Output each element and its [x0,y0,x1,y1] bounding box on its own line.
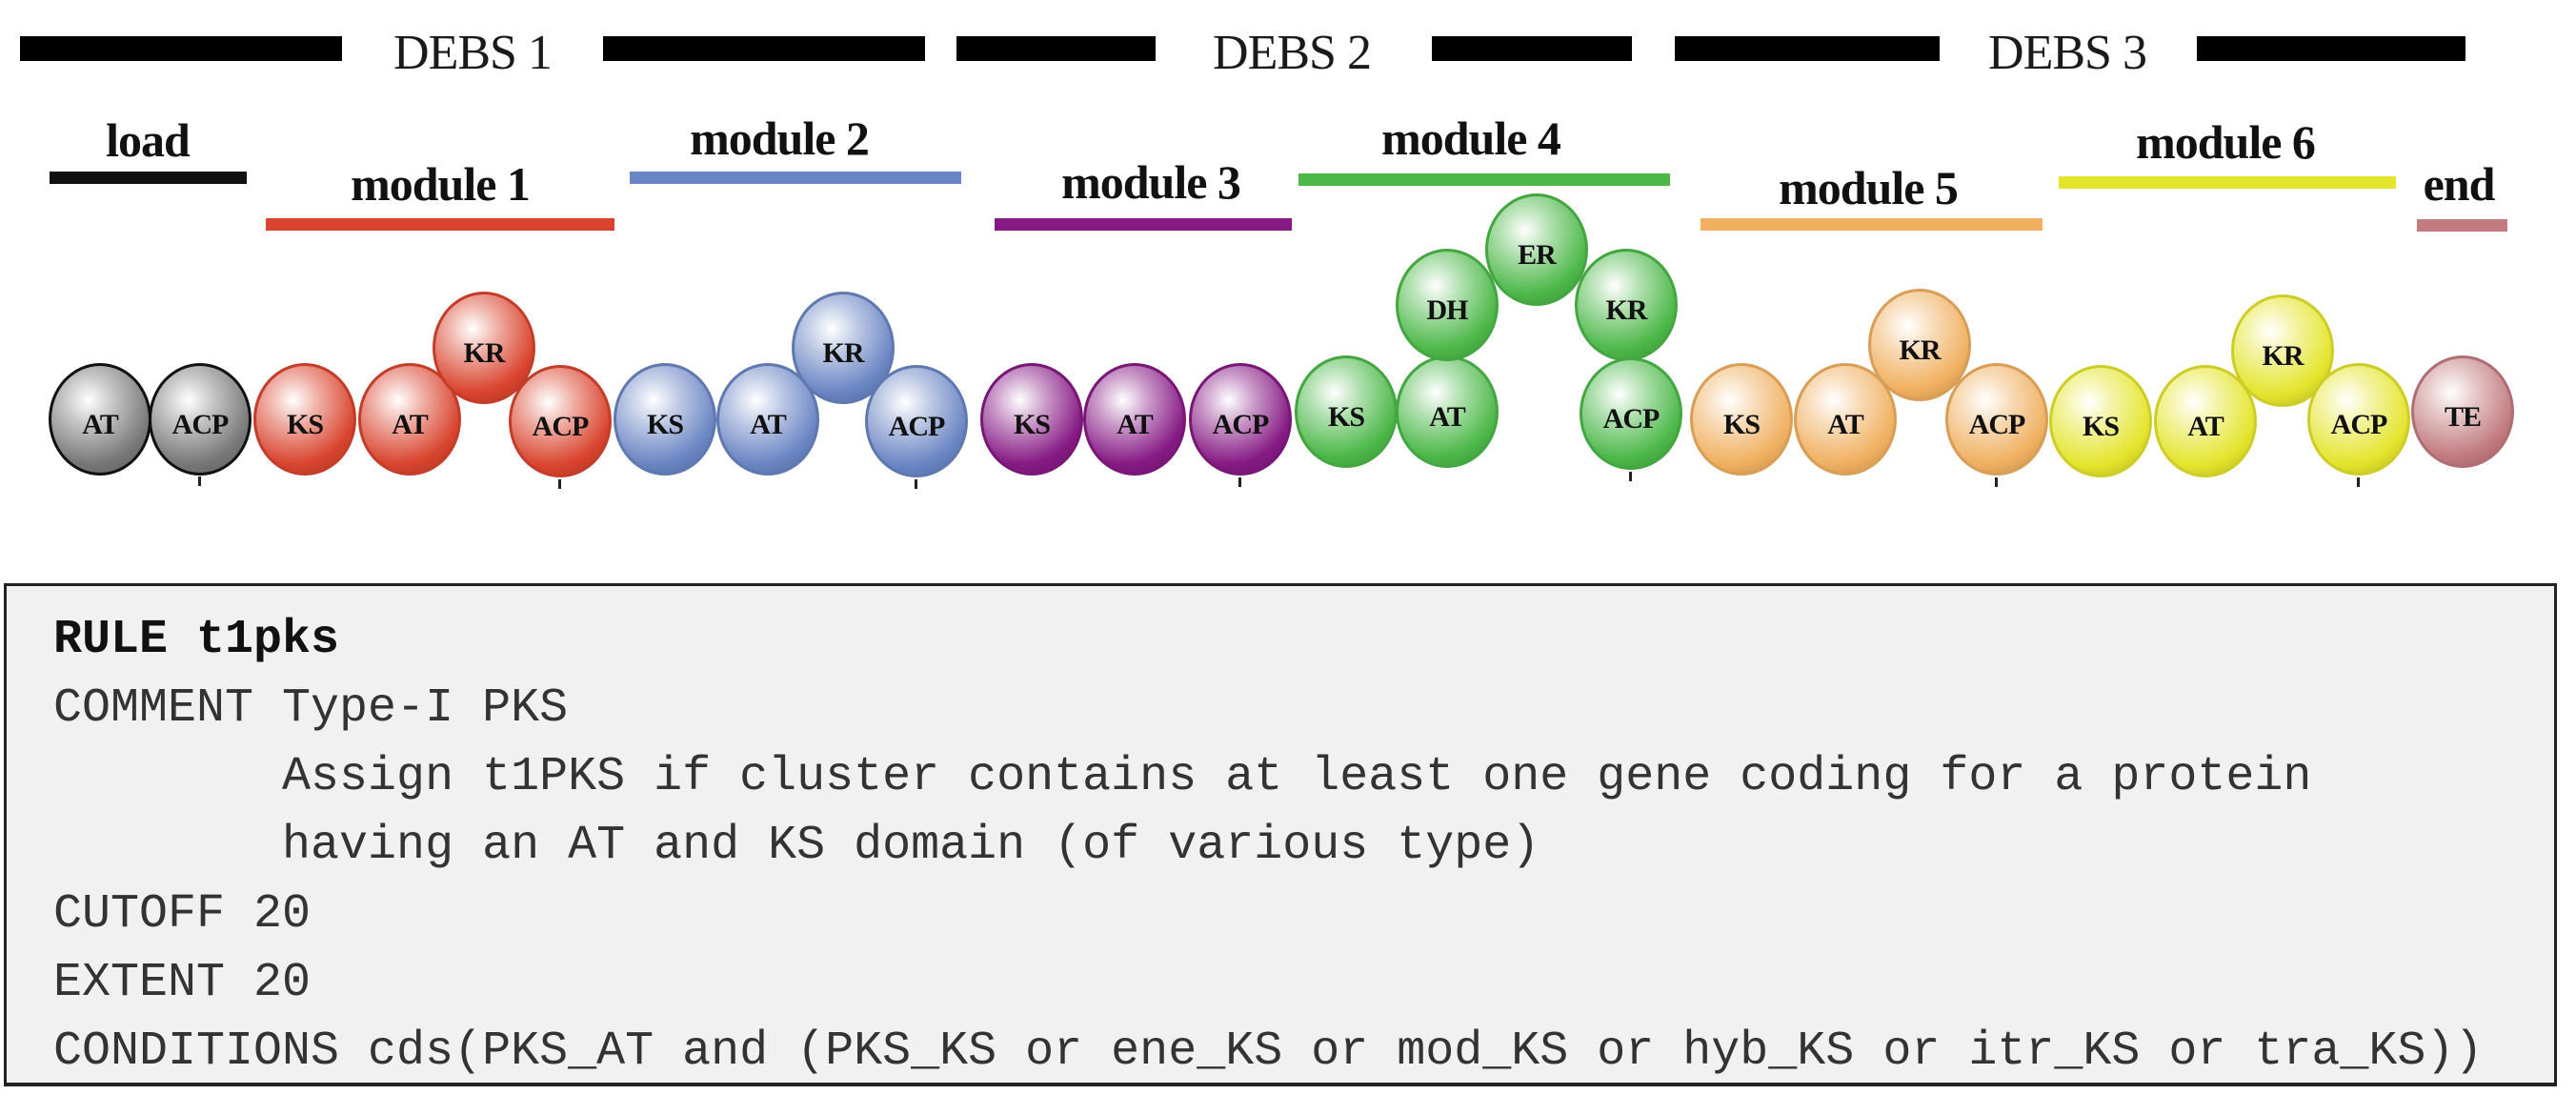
debs2-bar-right [1432,36,1632,61]
domain-m4-acp: ACP [1580,357,1682,470]
domain-label: ACP [1602,403,1660,435]
domain-m5-ks: KS [1690,363,1793,476]
module-line-5 [1701,218,2043,231]
domain-m3-acp: ACP [1189,363,1292,476]
module-label-4: module 4 [1381,112,1561,165]
domain-label: ACP [532,411,590,442]
debs3-bar-left [1675,36,1940,61]
domain-label: KS [1722,409,1761,440]
domain-label: AT [392,409,428,440]
domain-label: KS [2082,411,2120,442]
domain-label: KS [1013,409,1051,440]
debs1-bar-left [20,36,342,61]
domain-label: KR [2262,340,2304,372]
domain-label: KS [1327,401,1365,433]
module-label-2: module 2 [690,112,870,165]
domain-m4-at: AT [1396,355,1499,468]
module-label-6: module 6 [2136,115,2316,169]
domain-label: ACP [2330,409,2388,440]
debs3-bar-right [2197,36,2465,61]
domain-m2-ks: KS [614,363,716,476]
debs1-bar-right [603,36,925,61]
rule-cutoff-line: CUTOFF 20 [53,887,312,942]
domain-label: KR [822,337,865,369]
domain-m1-ks: KS [253,363,356,476]
debs3-label: DEBS 3 [1988,26,2147,80]
module-label-end: end [2423,157,2496,211]
domain-label: KR [1899,334,1942,366]
module-line-1 [266,218,614,231]
rule-comment-line: COMMENT Type-I PKS [53,681,569,736]
acp-tether-mark [1995,477,1998,487]
domain-label: ACP [888,411,946,442]
domain-label: AT [1117,409,1153,440]
domain-label: ACP [1212,409,1270,440]
domain-m4-ks: KS [1295,355,1398,468]
rule-conditions-line: CONDITIONS cds(PKS_AT and (PKS_KS or ene… [53,1024,2484,1079]
acp-tether-mark [1238,477,1241,487]
module-line-load [50,172,247,184]
rule-comment-continuation-2: having an AT and KS domain (of various t… [53,819,1540,873]
domain-m6-ks: KS [2049,365,2152,477]
debs2-label: DEBS 2 [1213,26,1372,80]
acp-tether-mark [198,476,201,486]
module-line-4 [1298,173,1670,186]
domain-label: KR [463,337,506,369]
domain-label: ACP [1968,409,2026,440]
domain-label: KR [1605,294,1648,326]
domain-m3-ks: KS [980,363,1083,476]
domain-label: AT [750,409,786,440]
module-line-end [2417,219,2507,232]
domain-label: AT [2187,411,2224,442]
module-label-3: module 3 [1061,155,1241,209]
domain-m1-acp: ACP [509,365,612,477]
domain-label: KS [286,409,324,440]
domain-m4-kr: KR [1575,249,1678,361]
domain-label: AT [1429,401,1465,433]
acp-tether-mark [2357,477,2360,487]
module-line-3 [995,218,1292,231]
rule-extent-line: EXTENT 20 [53,956,312,1010]
domain-m6-acp: ACP [2307,363,2410,476]
module-label-load: load [106,113,191,167]
domain-label: AT [1827,409,1863,440]
debs2-bar-left [956,36,1156,61]
domain-label: ER [1518,239,1557,271]
module-label-1: module 1 [351,157,531,211]
domain-m5-acp: ACP [1945,363,2048,476]
domain-label: KS [646,409,684,440]
domain-m4-dh: DH [1396,249,1499,361]
domain-label: AT [82,409,118,440]
module-line-6 [2059,176,2396,189]
module-line-2 [630,172,961,184]
rule-name-line: RULE t1pks [53,613,340,667]
domain-load-acp: ACP [149,363,252,476]
rule-comment-continuation-1: Assign t1PKS if cluster contains at leas… [53,750,2312,804]
domain-load-at: AT [49,363,151,476]
domain-m3-at: AT [1083,363,1186,476]
domain-label: DH [1426,294,1469,326]
module-label-5: module 5 [1779,161,1959,214]
rule-code-block: RULE t1pks COMMENT Type-I PKS Assign t1P… [4,583,2557,1086]
domain-label: ACP [171,409,230,440]
domain-m4-er: ER [1485,193,1588,306]
domain-label: TE [2444,401,2482,433]
acp-tether-mark [1629,472,1632,481]
debs1-label: DEBS 1 [393,26,553,80]
acp-tether-mark [915,479,917,489]
domain-m2-acp: ACP [865,365,968,477]
acp-tether-mark [558,479,561,489]
domain-end-te: TE [2411,355,2514,468]
